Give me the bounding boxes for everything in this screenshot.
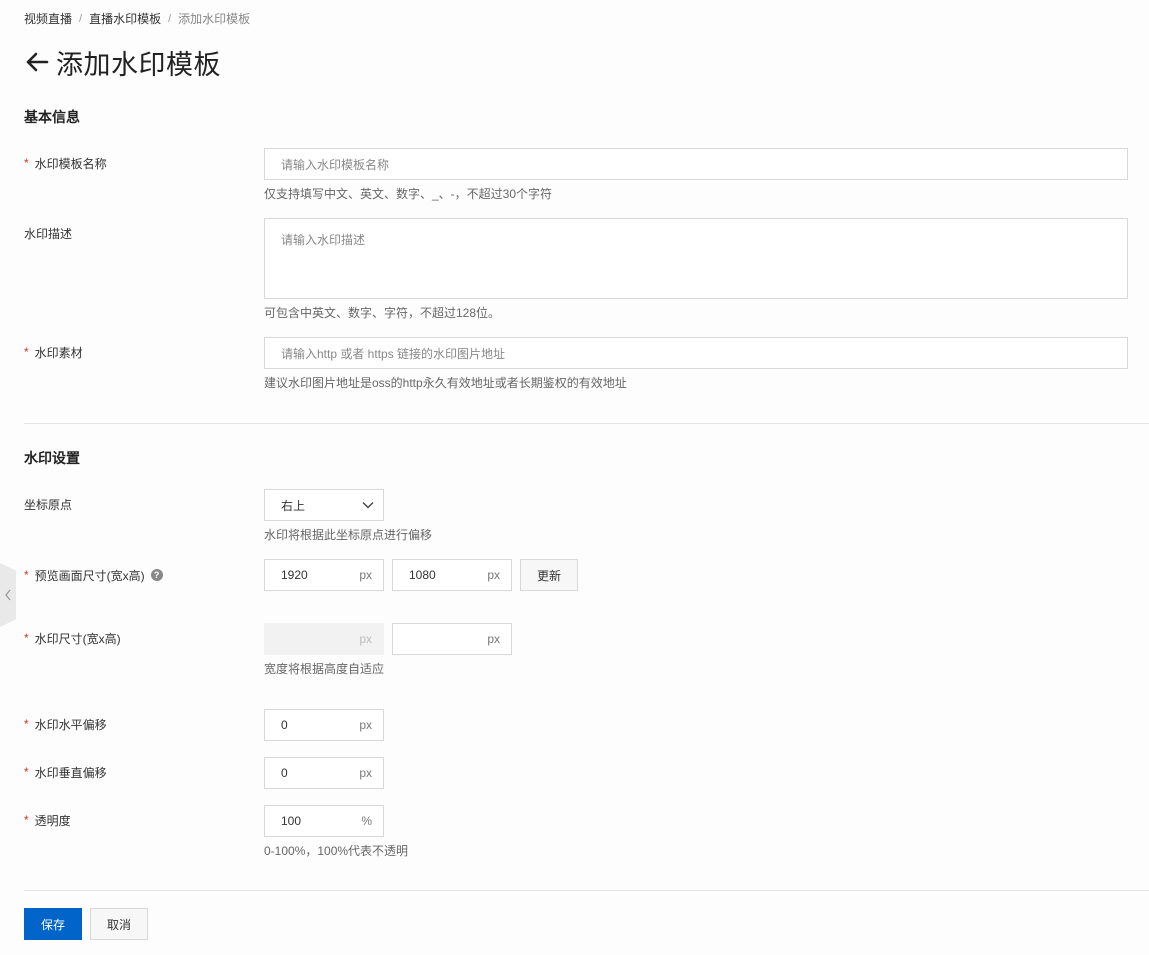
h-offset-label: * 水印水平偏移 [24, 717, 107, 732]
section-title-basic-info: 基本信息 [24, 109, 80, 125]
chevron-left-icon [5, 589, 11, 601]
page-title: 添加水印模板 [56, 49, 221, 80]
section-divider [24, 423, 1149, 424]
template-name-label: * 水印模板名称 [24, 156, 107, 171]
watermark-height-input[interactable]: px [392, 623, 512, 655]
breadcrumb-item-watermark-templates[interactable]: 直播水印模板 [89, 10, 161, 27]
required-mark: * [24, 813, 29, 827]
v-offset-input[interactable]: 0 px [264, 757, 384, 789]
required-mark: * [24, 568, 29, 582]
breadcrumb-separator: / [79, 12, 83, 25]
breadcrumb-separator: / [168, 12, 172, 25]
cancel-button[interactable]: 取消 [90, 908, 148, 940]
template-name-help: 仅支持填写中文、英文、数字、_、-，不超过30个字符 [264, 187, 553, 201]
required-mark: * [24, 631, 29, 645]
opacity-help: 0-100%，100%代表不透明 [264, 844, 409, 858]
preview-height-input[interactable]: 1080 px [392, 559, 512, 591]
required-mark: * [24, 156, 29, 170]
watermark-size-help: 宽度将根据高度自适应 [264, 662, 385, 676]
material-label: * 水印素材 [24, 345, 83, 360]
material-help: 建议水印图片地址是oss的http永久有效地址或者长期鉴权的有效地址 [264, 376, 627, 390]
chevron-down-icon [362, 502, 374, 509]
page: 视频直播 / 直播水印模板 / 添加水印模板 添加水印模板 基本信息 * 水印模… [0, 0, 1149, 955]
opacity-label: * 透明度 [24, 813, 71, 828]
watermark-width-input: px [264, 623, 384, 655]
breadcrumb-item-live[interactable]: 视频直播 [24, 10, 72, 27]
watermark-size-label: * 水印尺寸(宽x高) [24, 631, 121, 646]
opacity-input[interactable]: 100 % [264, 805, 384, 837]
footer-divider [24, 890, 1149, 891]
update-button[interactable]: 更新 [520, 559, 578, 591]
section-title-watermark-settings: 水印设置 [24, 450, 80, 466]
required-mark: * [24, 717, 29, 731]
template-name-input[interactable]: 请输入水印模板名称 [264, 148, 1128, 180]
breadcrumb: 视频直播 / 直播水印模板 / 添加水印模板 [24, 10, 250, 27]
preview-width-input[interactable]: 1920 px [264, 559, 384, 591]
page-header: 添加水印模板 [24, 44, 221, 80]
origin-select[interactable]: 右上 [264, 489, 384, 521]
origin-label: 坐标原点 [24, 497, 73, 512]
description-label: 水印描述 [24, 226, 73, 241]
description-help: 可包含中英文、数字、字符，不超过128位。 [264, 306, 501, 320]
back-arrow-icon[interactable] [24, 49, 50, 75]
required-mark: * [24, 765, 29, 779]
required-mark: * [24, 345, 29, 359]
description-textarea[interactable]: 请输入水印描述 [264, 218, 1128, 299]
breadcrumb-current: 添加水印模板 [178, 12, 251, 26]
origin-help: 水印将根据此坐标原点进行偏移 [264, 528, 433, 542]
h-offset-input[interactable]: 0 px [264, 709, 384, 741]
preview-size-label: * 预览画面尺寸(宽x高) ? [24, 567, 163, 583]
sidebar-collapse-handle[interactable] [0, 563, 16, 627]
material-url-input[interactable]: 请输入http 或者 https 链接的水印图片地址 [264, 337, 1128, 369]
save-button[interactable]: 保存 [24, 908, 82, 940]
v-offset-label: * 水印垂直偏移 [24, 765, 107, 780]
question-icon[interactable]: ? [150, 569, 163, 581]
